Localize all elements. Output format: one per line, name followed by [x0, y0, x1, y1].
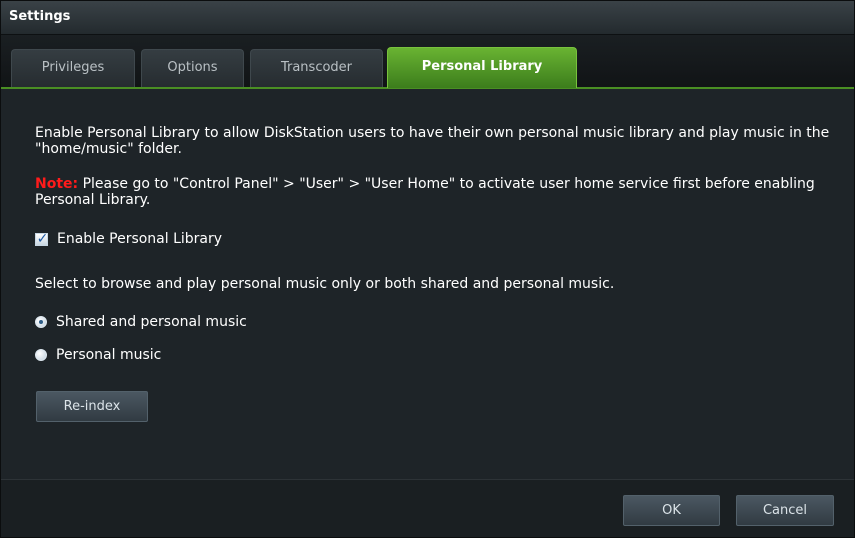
tab-bar: Privileges Options Transcoder Personal L…	[1, 35, 854, 89]
note-text-block: Note: Please go to "Control Panel" > "Us…	[35, 176, 835, 208]
personal-library-panel: Enable Personal Library to allow DiskSta…	[1, 89, 854, 479]
radio-selected-icon[interactable]	[35, 316, 47, 328]
tab-personal-library[interactable]: Personal Library	[387, 47, 577, 88]
radio-personal-music[interactable]: Personal music	[35, 346, 161, 364]
checkmark-icon: ✓	[36, 230, 49, 247]
tab-options[interactable]: Options	[141, 49, 244, 87]
window-title: Settings	[9, 9, 71, 24]
radio-shared-and-personal-label: Shared and personal music	[56, 314, 247, 330]
tab-transcoder[interactable]: Transcoder	[250, 49, 383, 87]
ok-button[interactable]: OK	[623, 495, 720, 526]
title-bar: Settings	[1, 1, 854, 35]
dialog-footer: OK Cancel	[1, 479, 854, 537]
enable-personal-library-label: Enable Personal Library	[57, 231, 223, 247]
reindex-button[interactable]: Re-index	[36, 391, 148, 422]
settings-window: Settings Privileges Options Transcoder P…	[0, 0, 855, 538]
note-message: Please go to "Control Panel" > "User" > …	[35, 176, 815, 208]
tab-privileges[interactable]: Privileges	[11, 49, 135, 87]
description-text: Enable Personal Library to allow DiskSta…	[35, 125, 830, 157]
note-label: Note:	[35, 176, 79, 192]
select-mode-text: Select to browse and play personal music…	[35, 276, 615, 292]
enable-personal-library-checkbox[interactable]: ✓ Enable Personal Library	[35, 230, 222, 248]
radio-shared-and-personal-music[interactable]: Shared and personal music	[35, 313, 247, 331]
radio-personal-music-label: Personal music	[56, 347, 162, 363]
radio-unselected-icon[interactable]	[35, 349, 47, 361]
cancel-button[interactable]: Cancel	[736, 495, 834, 526]
checkbox-box[interactable]: ✓	[35, 230, 49, 247]
